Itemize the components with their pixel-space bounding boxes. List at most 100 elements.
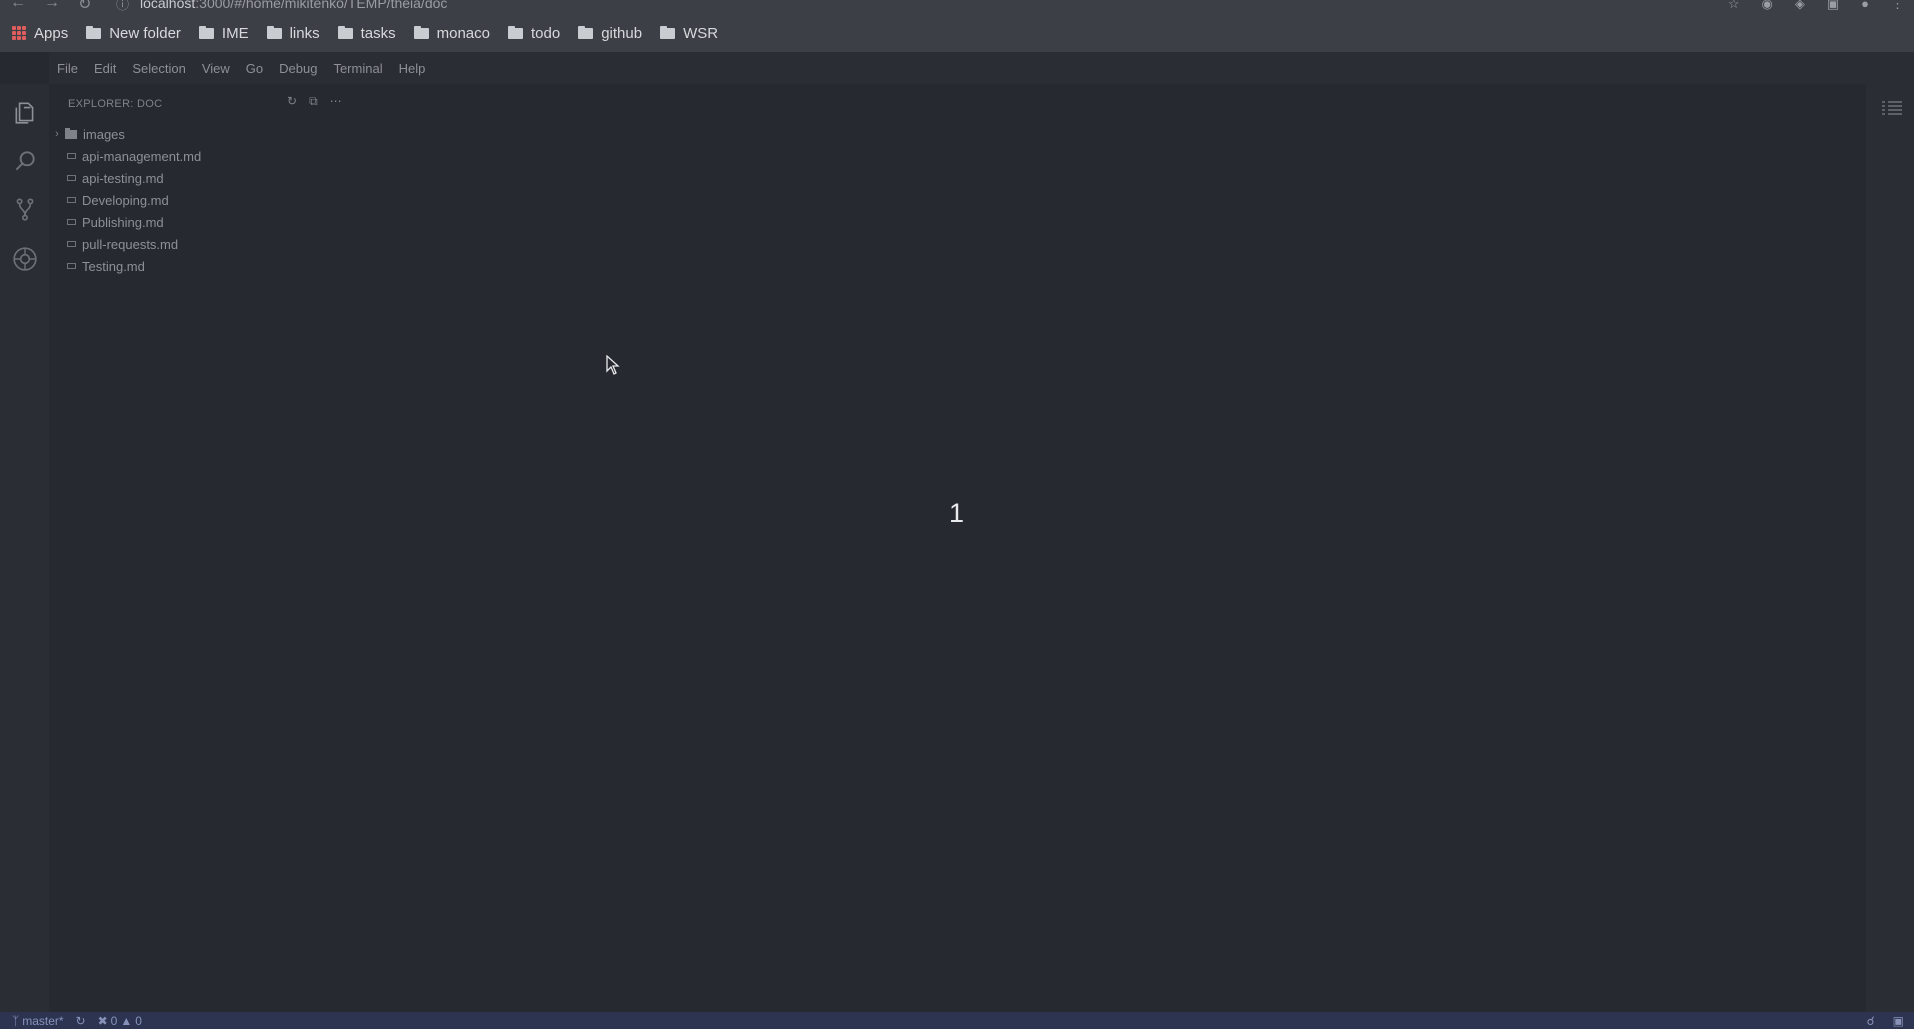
bookmark-new-folder[interactable]: New folder (86, 25, 181, 42)
reload-icon[interactable]: ↻ (78, 0, 91, 14)
branch-label: master* (22, 1013, 64, 1028)
folder-icon (65, 127, 77, 139)
info-icon[interactable]: ⓘ (116, 0, 129, 13)
bookmark-todo[interactable]: todo (507, 24, 561, 42)
bookmark-label: IME (221, 24, 249, 42)
folder-icon (198, 25, 214, 39)
menu-terminal[interactable]: Terminal (325, 61, 390, 76)
bookmark-label: WSR (683, 24, 719, 42)
star-icon[interactable]: ☆ (1728, 0, 1740, 12)
step-number: 1 (949, 498, 965, 528)
bookmark-label: Apps (34, 24, 69, 42)
url-path: :3000/#/home/mikitenko/TEMP/theia/doc (195, 0, 448, 11)
file-icon (67, 219, 76, 225)
bookmark-label: todo (530, 24, 561, 42)
outline-icon[interactable] (1882, 100, 1902, 116)
files-icon[interactable] (12, 100, 38, 126)
menubar: File Edit Selection View Go Debug Termin… (49, 52, 1914, 84)
statusbar-right: ☌ ▣ (1867, 1012, 1904, 1029)
folder-icon (660, 25, 676, 39)
tree-file[interactable]: api-testing.md (67, 167, 164, 189)
bookmark-ime[interactable]: IME (198, 24, 249, 42)
tree-file[interactable]: pull-requests.md (67, 233, 178, 255)
tree-file[interactable]: Publishing.md (67, 211, 164, 233)
tree-folder-label: images (83, 126, 125, 142)
tree-file[interactable]: api-management.md (67, 145, 201, 167)
bell-icon[interactable]: ☌ (1867, 1014, 1875, 1028)
more-actions-icon[interactable]: ⋯ (330, 94, 342, 109)
right-side-panel (1866, 84, 1914, 1012)
extension3-icon[interactable]: ▣ (1827, 0, 1839, 12)
avatar[interactable]: ● (1861, 0, 1869, 12)
menu-file[interactable]: File (49, 61, 86, 76)
more-icon[interactable]: ⋮ (1891, 0, 1904, 12)
explorer-actions: ↻ ⧉ ⋯ (287, 94, 342, 109)
collapse-all-icon[interactable]: ⧉ (309, 94, 318, 109)
extension2-icon[interactable]: ◈ (1795, 0, 1805, 12)
sync-button[interactable]: ↻ (76, 1014, 86, 1028)
back-icon[interactable]: ← (10, 0, 26, 12)
bookmark-tasks[interactable]: tasks (337, 24, 396, 42)
bookmark-links[interactable]: links (266, 24, 320, 42)
bookmark-monaco[interactable]: monaco (413, 24, 490, 42)
chevron-right-icon: › (55, 128, 59, 140)
file-icon (67, 263, 76, 269)
file-icon (67, 241, 76, 247)
tree-file-label: api-testing.md (82, 170, 164, 186)
tree-folder[interactable]: › images (49, 123, 125, 145)
bookmark-label: links (289, 24, 320, 42)
tree-file-label: pull-requests.md (82, 236, 179, 252)
error-count: 0 (110, 1013, 118, 1028)
explorer-title: EXPLORER: DOC (68, 98, 163, 110)
warning-count: 0 (135, 1013, 142, 1028)
menu-selection[interactable]: Selection (124, 61, 193, 76)
bookmark-label: tasks (360, 24, 396, 42)
folder-icon (507, 25, 523, 39)
bookmark-apps[interactable]: Apps (12, 25, 68, 42)
ide-window: File Edit Selection View Go Debug Termin… (0, 52, 1914, 1012)
warning-icon: ▲ (120, 1013, 133, 1028)
folder-icon (86, 25, 102, 39)
tree-file-label: Developing.md (82, 192, 169, 208)
search-icon[interactable] (12, 148, 38, 174)
menu-edit[interactable]: Edit (86, 61, 124, 76)
address-bar-row: ← → ↻ ⓘ localhost:3000/#/home/mikitenko/… (0, 0, 1914, 14)
file-icon (67, 197, 76, 203)
bookmark-label: github (601, 24, 643, 42)
explorer-panel: EXPLORER: DOC ↻ ⧉ ⋯ › images api-managem… (49, 84, 349, 1012)
apps-icon (12, 26, 26, 40)
source-control-icon[interactable] (12, 196, 38, 222)
debug-icon[interactable] (12, 246, 38, 272)
url-host: localhost (140, 0, 196, 11)
menu-debug[interactable]: Debug (271, 61, 325, 76)
layout-icon[interactable]: ▣ (1893, 1014, 1904, 1028)
branch-icon: ᛉ (12, 1013, 20, 1028)
error-icon: ✖ (97, 1013, 108, 1028)
bookmark-github[interactable]: github (578, 25, 642, 42)
branch-indicator[interactable]: ᛉ master* (12, 1014, 64, 1028)
folder-icon (413, 25, 429, 39)
tree-file-label: api-management.md (82, 148, 202, 164)
mouse-cursor-icon (606, 355, 620, 375)
sync-icon: ↻ (75, 1013, 86, 1028)
tree-file[interactable]: Testing.md (67, 255, 145, 277)
menu-view[interactable]: View (194, 61, 238, 76)
problems-indicator[interactable]: ✖ 0 ▲ 0 (98, 1014, 142, 1028)
url-field[interactable]: localhost:3000/#/home/mikitenko/TEMP/the… (140, 0, 447, 11)
menu-help[interactable]: Help (391, 61, 434, 76)
folder-icon (337, 25, 353, 39)
folder-icon (266, 25, 282, 39)
file-icon (67, 175, 76, 181)
tree-file[interactable]: Developing.md (67, 189, 169, 211)
activity-bar (0, 84, 49, 1012)
menu-go[interactable]: Go (238, 61, 271, 76)
bookmark-wsr[interactable]: WSR (660, 25, 718, 42)
forward-icon[interactable]: → (44, 0, 60, 12)
tree-file-label: Publishing.md (82, 214, 164, 230)
browser-toolbar-icons: ☆ ◉ ◈ ▣ ● ⋮ (1728, 0, 1904, 12)
extension-icon[interactable]: ◉ (1762, 0, 1773, 12)
bookmark-label: monaco (436, 24, 490, 42)
browser-chrome: ← → ↻ ⓘ localhost:3000/#/home/mikitenko/… (0, 0, 1914, 52)
editor-area[interactable]: 1 (349, 84, 1866, 1012)
refresh-icon[interactable]: ↻ (287, 94, 297, 109)
